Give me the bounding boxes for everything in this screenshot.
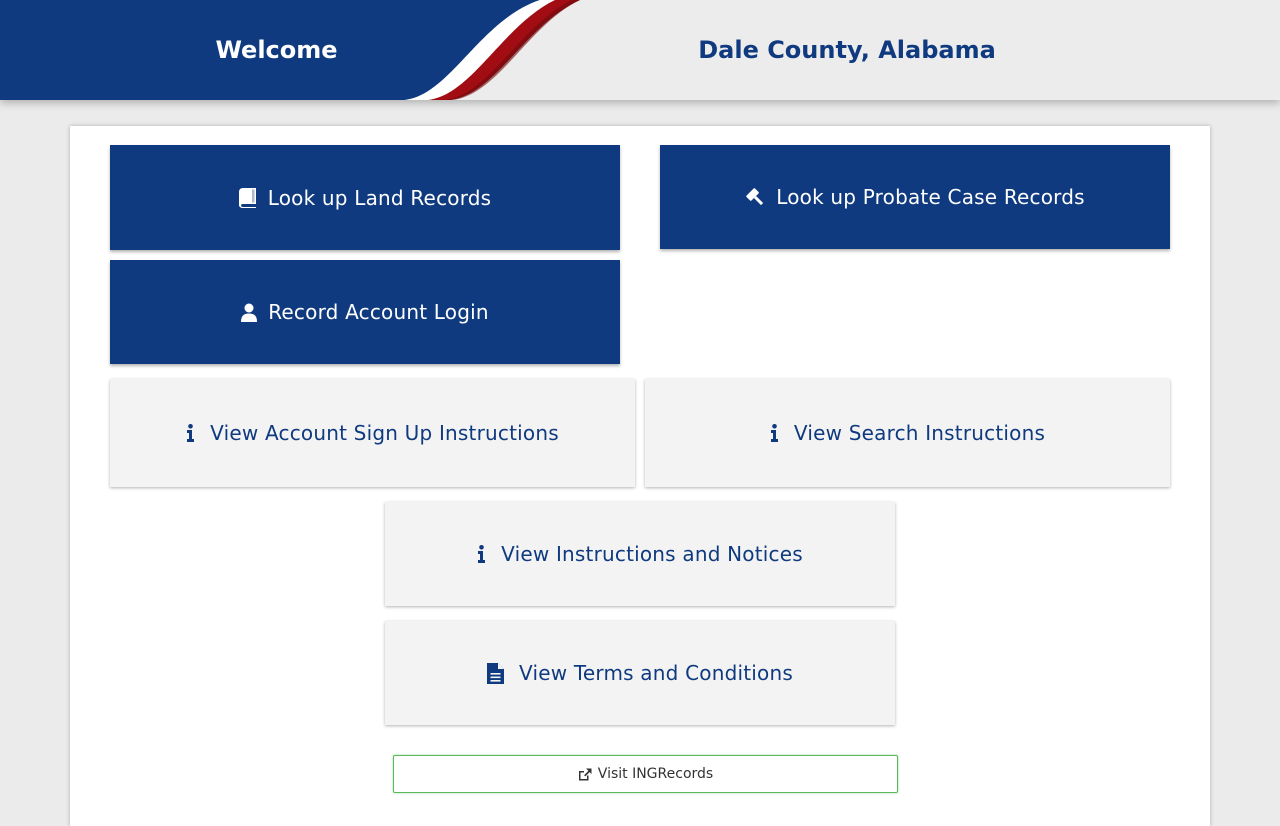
search-instructions-button[interactable]: View Search Instructions <box>645 379 1170 487</box>
info-icon <box>770 424 779 442</box>
account-login-button[interactable]: Record Account Login <box>110 260 620 364</box>
book-icon <box>238 187 257 208</box>
signup-instructions-label: View Account Sign Up Instructions <box>210 421 559 445</box>
terms-conditions-button[interactable]: View Terms and Conditions <box>385 621 895 725</box>
signup-instructions-button[interactable]: View Account Sign Up Instructions <box>110 379 635 487</box>
instructions-notices-button[interactable]: View Instructions and Notices <box>385 502 895 606</box>
info-icon <box>186 424 195 442</box>
land-records-label: Look up Land Records <box>267 185 492 210</box>
instructions-notices-label: View Instructions and Notices <box>501 542 803 566</box>
welcome-title: Welcome <box>215 36 338 64</box>
probate-records-label: Look up Probate Case Records <box>776 185 1085 209</box>
land-records-button[interactable]: Look up Land Records <box>110 145 620 250</box>
page-header: Welcome Dale County, Alabama <box>0 0 1280 100</box>
visit-ingrecords-label: Visit INGRecords <box>597 766 714 782</box>
search-instructions-label: View Search Instructions <box>793 421 1046 445</box>
terms-conditions-label: View Terms and Conditions <box>519 661 793 685</box>
probate-records-button[interactable]: Look up Probate Case Records <box>660 145 1170 249</box>
gavel-icon <box>745 187 765 207</box>
document-icon <box>487 662 505 684</box>
main-panel: Look up Land Records Look up Probate Cas… <box>70 126 1210 826</box>
user-icon <box>241 303 258 322</box>
county-title: Dale County, Alabama <box>698 36 996 64</box>
external-link-icon <box>578 768 592 781</box>
info-icon <box>477 545 486 563</box>
visit-ingrecords-button[interactable]: Visit INGRecords <box>393 755 898 793</box>
account-login-label: Record Account Login <box>268 300 489 324</box>
